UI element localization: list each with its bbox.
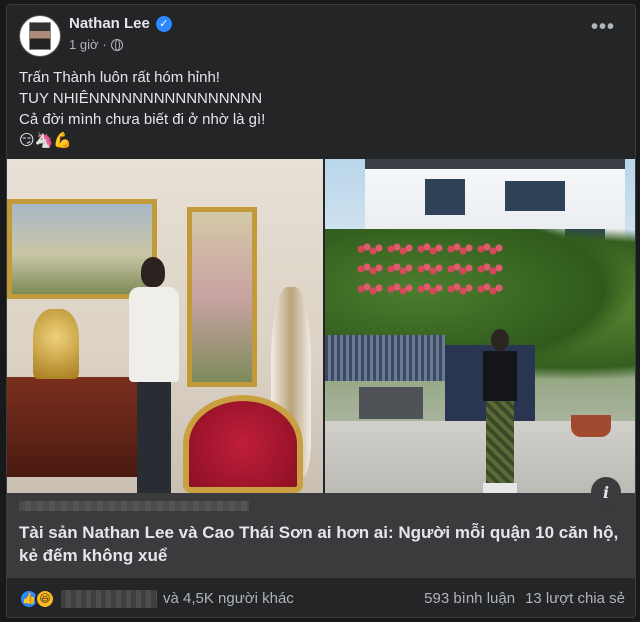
post-text-line-2: TUY NHIÊNNNNNNNNNNNNNNNN xyxy=(19,90,263,107)
post-text: Trấn Thành luôn rất hóm hỉnh! TUY NHIÊNN… xyxy=(19,67,265,151)
author-name[interactable]: Nathan Lee xyxy=(69,15,150,32)
author-avatar[interactable] xyxy=(19,15,61,57)
link-title[interactable]: Tài sản Nathan Lee và Cao Thái Sơn ai hơ… xyxy=(19,521,625,567)
link-preview[interactable]: Tài sản Nathan Lee và Cao Thái Sơn ai hơ… xyxy=(7,493,635,577)
post-text-line-3: Cả đời mình chưa biết đi ở nhờ là gì! xyxy=(19,111,266,128)
blurred-source xyxy=(19,501,249,511)
more-options-icon[interactable]: ••• xyxy=(591,17,615,37)
post-stats: 593 bình luận 13 lượt chia sẻ xyxy=(424,590,625,607)
info-icon[interactable]: i xyxy=(591,477,621,507)
reactions[interactable]: 👍 😆 xyxy=(19,588,55,609)
globe-icon[interactable] xyxy=(110,38,123,51)
flowers xyxy=(355,241,505,301)
person-figure xyxy=(125,257,183,493)
comment-count[interactable]: 593 bình luận xyxy=(424,590,515,607)
post-text-line-1: Trấn Thành luôn rất hóm hỉnh! xyxy=(19,69,220,86)
post-card: Nathan Lee ✓ 1 giờ · ••• Trấn Thành luôn… xyxy=(6,4,636,618)
post-footer: 👍 😆 và 4,5K người khác 593 bình luận 13 … xyxy=(7,577,635,617)
flower-painting xyxy=(187,207,257,387)
reaction-count[interactable]: và 4,5K người khác xyxy=(163,590,294,607)
post-meta: 1 giờ · xyxy=(69,37,123,52)
photo-interior[interactable] xyxy=(7,159,323,493)
red-chair xyxy=(183,395,303,493)
post-images[interactable] xyxy=(7,159,635,493)
post-time[interactable]: 1 giờ xyxy=(69,37,99,52)
verified-badge-icon: ✓ xyxy=(155,15,172,32)
planter xyxy=(359,387,423,419)
author-header: Nathan Lee ✓ xyxy=(69,15,172,32)
fence xyxy=(325,335,445,381)
blurred-reactor-name xyxy=(61,589,157,608)
flower-pot xyxy=(571,415,611,437)
gold-clock xyxy=(33,309,79,379)
haha-icon: 😆 xyxy=(35,588,55,609)
avatar-photo xyxy=(29,22,51,50)
post-emojis: 😏🦄💪 xyxy=(19,132,72,149)
share-count[interactable]: 13 lượt chia sẻ xyxy=(525,590,625,607)
photo-house[interactable] xyxy=(325,159,635,493)
person-figure xyxy=(481,329,519,493)
